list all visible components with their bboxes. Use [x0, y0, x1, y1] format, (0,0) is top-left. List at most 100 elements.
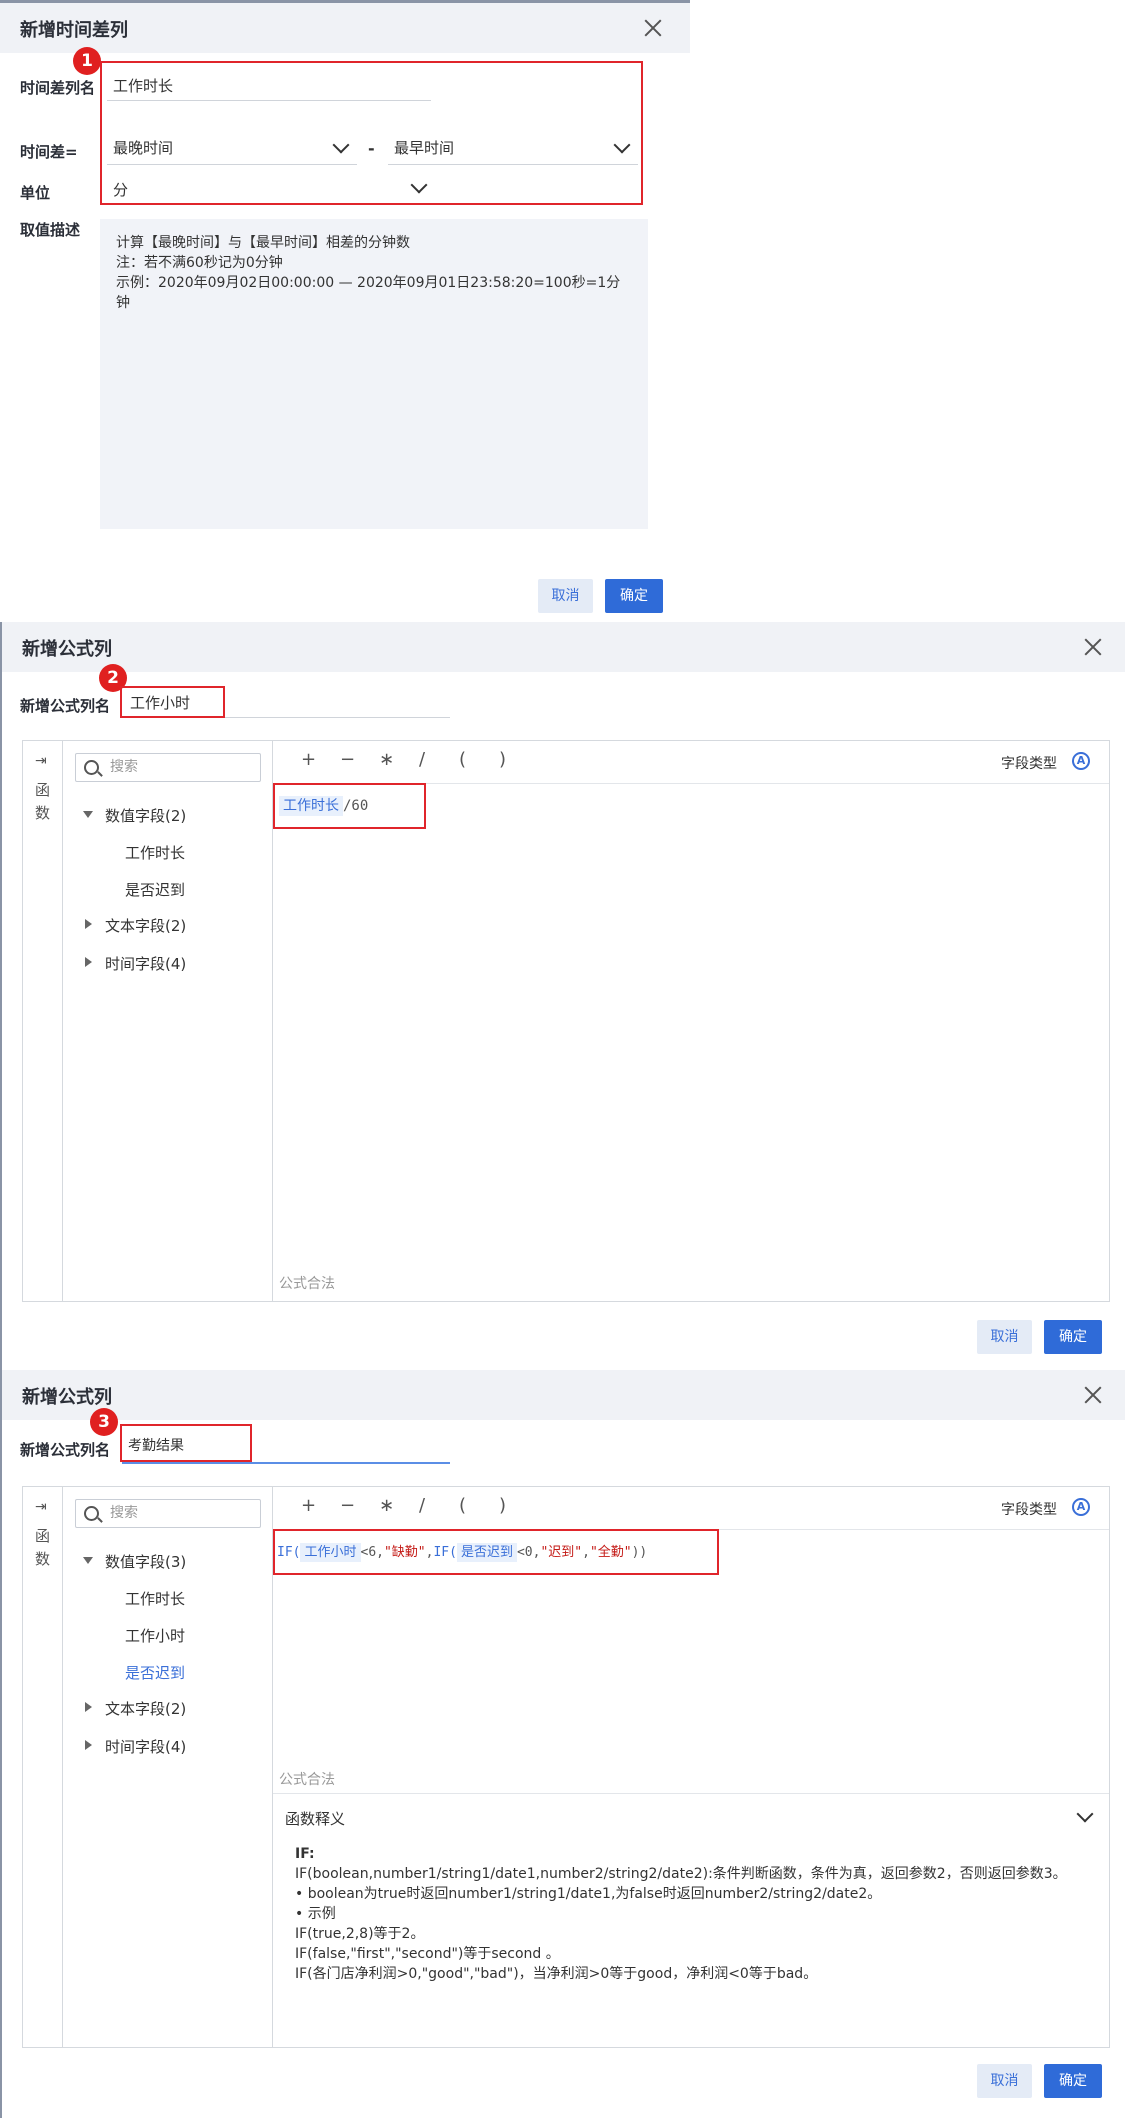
field-type-icon[interactable]: A	[1072, 752, 1090, 770]
left-time-select[interactable]: 最晚时间	[107, 136, 357, 165]
caret-right-icon[interactable]	[85, 1702, 92, 1712]
cancel-button[interactable]: 取消	[538, 579, 593, 613]
dialog-header: 新增时间差列	[0, 3, 690, 53]
formula-text[interactable]: IF(工作小时 <6,"缺勤",IF(是否迟到 <0,"迟到","全勤"))	[277, 1541, 647, 1562]
tree-group-time[interactable]: 时间字段(4)	[105, 953, 186, 974]
cancel-button[interactable]: 取消	[977, 1320, 1032, 1354]
tree-group-text[interactable]: 文本字段(2)	[105, 1698, 186, 1719]
confirm-button[interactable]: 确定	[605, 579, 663, 613]
confirm-button[interactable]: 确定	[1044, 2064, 1102, 2098]
cancel-button[interactable]: 取消	[977, 2064, 1032, 2098]
dialog-title: 新增公式列	[22, 1387, 112, 1408]
multiply-operator[interactable]: ∗	[379, 749, 394, 770]
function-sidebar[interactable]: ⇥ 函数	[23, 741, 63, 1301]
formula-string: "迟到"	[540, 1545, 583, 1560]
caret-down-icon[interactable]	[83, 811, 93, 818]
field-type-icon[interactable]: A	[1072, 1498, 1090, 1516]
collapse-chevron-icon[interactable]	[1076, 1805, 1094, 1823]
tree-group-numeric[interactable]: 数值字段(3)	[105, 1551, 186, 1572]
search-input[interactable]: 搜索	[75, 1499, 261, 1528]
desc-line: 计算【最晚时间】与【最早时间】相差的分钟数	[116, 235, 410, 251]
function-sidebar[interactable]: ⇥ 函数	[23, 1487, 63, 2047]
close-paren[interactable]: )	[499, 1495, 506, 1516]
dialog-title: 新增公式列	[22, 639, 112, 660]
multiply-operator[interactable]: ∗	[379, 1495, 394, 1516]
right-time-select[interactable]: 最早时间	[388, 136, 638, 165]
explain-line: • 示例	[295, 1906, 336, 1922]
divide-operator[interactable]: /	[419, 749, 425, 770]
dialog-header: 新增公式列	[2, 622, 1125, 672]
tree-item[interactable]: 是否迟到	[125, 879, 185, 900]
validity-status: 公式合法	[279, 1772, 335, 1788]
unit-value: 分	[113, 181, 129, 199]
close-icon[interactable]	[642, 17, 664, 39]
formula-area[interactable]: + − ∗ / ( ) 字段类型 A IF(工作小时 <6,"缺勤",IF(是否迟…	[273, 1487, 1109, 2047]
formula-op: ,	[582, 1545, 590, 1560]
name-label: 新增公式列名	[20, 697, 111, 715]
diff-label: 时间差=	[20, 143, 78, 161]
search-input[interactable]: 搜索	[75, 753, 261, 782]
formula-area[interactable]: + − ∗ / ( ) 字段类型 A 工作时长/60 公式合法	[273, 741, 1109, 1301]
expand-arrow-icon[interactable]: ⇥	[35, 753, 47, 769]
panel-formula-1: 新增公式列 2 新增公式列名 工作小时 ⇥ 函数 搜索 数值字段(2) 工作时长…	[0, 622, 1125, 1370]
minus-operator[interactable]: −	[340, 749, 355, 770]
field-chip[interactable]: 是否迟到	[456, 1543, 517, 1562]
explain-line: IF:	[295, 1846, 315, 1862]
field-chip[interactable]: 工作时长	[279, 796, 343, 816]
tree-item-selected[interactable]: 是否迟到	[125, 1662, 185, 1683]
unit-select[interactable]: 分	[107, 176, 437, 203]
caret-right-icon[interactable]	[85, 957, 92, 967]
explain-line: IF(false,"first","second")等于second 。	[295, 1946, 560, 1962]
field-tree: 搜索 数值字段(3) 工作时长 工作小时 是否迟到 文本字段(2) 时间字段(4…	[63, 1487, 273, 2047]
tree-group-text[interactable]: 文本字段(2)	[105, 915, 186, 936]
explain-line: IF(各门店净利润>0,"good","bad")，当净利润>0等于good，净…	[295, 1966, 818, 1982]
tree-item[interactable]: 工作时长	[125, 1588, 185, 1609]
search-icon	[84, 1506, 99, 1521]
search-icon	[84, 760, 99, 775]
field-chip[interactable]: 工作小时	[300, 1543, 361, 1562]
right-time-value: 最早时间	[394, 139, 455, 157]
desc-line: 示例：2020年09月02日00:00:00 — 2020年09月01日23:5…	[116, 275, 621, 311]
explain-line: • boolean为true时返回number1/string1/date1,为…	[295, 1886, 882, 1902]
chevron-down-icon	[332, 136, 350, 154]
caret-down-icon[interactable]	[83, 1557, 93, 1564]
column-name-input[interactable]: 工作时长	[107, 75, 431, 101]
explain-title: 函数释义	[285, 1810, 346, 1828]
open-paren[interactable]: (	[459, 1495, 466, 1516]
divide-operator[interactable]: /	[419, 1495, 425, 1516]
plus-operator[interactable]: +	[301, 1495, 316, 1516]
tree-group-numeric[interactable]: 数值字段(2)	[105, 805, 186, 826]
close-icon[interactable]	[1082, 636, 1104, 658]
formula-op: <6,	[360, 1545, 384, 1560]
step-badge: 3	[90, 1408, 118, 1436]
if-keyword: IF(	[277, 1545, 301, 1560]
field-tree: 搜索 数值字段(2) 工作时长 是否迟到 文本字段(2) 时间字段(4)	[63, 741, 273, 1301]
close-icon[interactable]	[1082, 1384, 1104, 1406]
tree-item[interactable]: 工作时长	[125, 842, 185, 863]
plus-operator[interactable]: +	[301, 749, 316, 770]
desc-label: 取值描述	[20, 221, 81, 239]
formula-op: <0,	[516, 1545, 541, 1560]
name-label: 新增公式列名	[20, 1441, 111, 1459]
formula-text[interactable]: 工作时长/60	[279, 795, 368, 816]
formula-string: "缺勤"	[383, 1545, 426, 1560]
open-paren[interactable]: (	[459, 749, 466, 770]
tree-group-time[interactable]: 时间字段(4)	[105, 1736, 186, 1757]
minus-sign: -	[368, 139, 375, 158]
close-paren[interactable]: )	[499, 749, 506, 770]
function-label: 函数	[35, 1527, 51, 1568]
dialog-header: 新增公式列	[2, 1370, 1125, 1420]
chevron-down-icon	[410, 176, 428, 194]
caret-right-icon[interactable]	[85, 1740, 92, 1750]
caret-right-icon[interactable]	[85, 919, 92, 929]
expand-arrow-icon[interactable]: ⇥	[35, 1499, 47, 1515]
column-name-value: 考勤结果	[128, 1438, 184, 1454]
tree-item[interactable]: 工作小时	[125, 1625, 185, 1646]
confirm-button[interactable]: 确定	[1044, 1320, 1102, 1354]
description-box: 计算【最晚时间】与【最早时间】相差的分钟数 注：若不满60秒记为0分钟 示例：2…	[100, 219, 648, 529]
toolbar: + − ∗ / ( ) 字段类型 A	[273, 1487, 1109, 1530]
field-type-label[interactable]: 字段类型	[1001, 1499, 1057, 1519]
highlight-box: 工作小时	[120, 686, 225, 718]
minus-operator[interactable]: −	[340, 1495, 355, 1516]
field-type-label[interactable]: 字段类型	[1001, 753, 1057, 773]
